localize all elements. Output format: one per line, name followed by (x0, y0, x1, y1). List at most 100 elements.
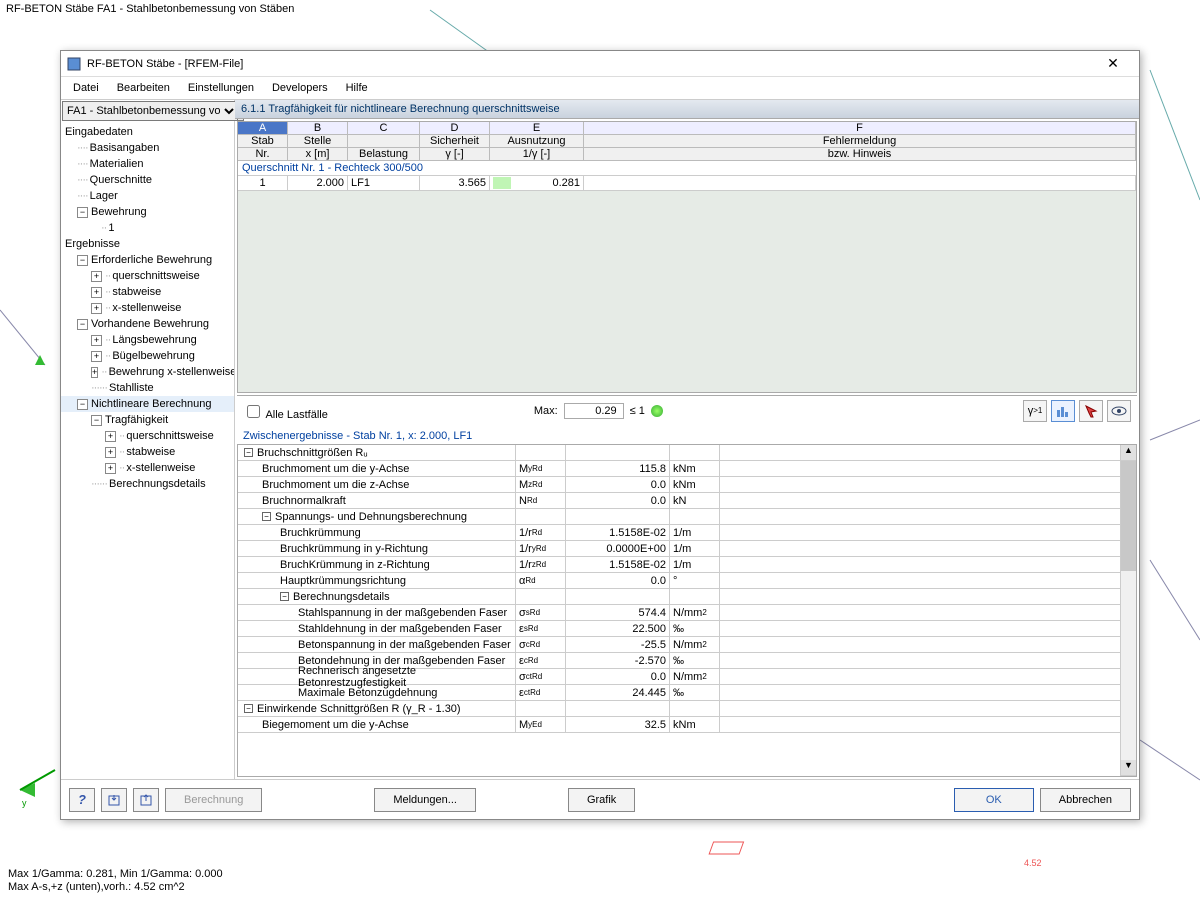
tree-basisangaben[interactable]: Basisangaben (90, 142, 160, 154)
menu-einstellungen[interactable]: Einstellungen (180, 80, 262, 96)
tree-erforderliche[interactable]: Erforderliche Bewehrung (91, 254, 212, 266)
col-letter[interactable]: B (288, 122, 348, 135)
detail-label: Spannungs- und Dehnungsberechnung (275, 511, 467, 523)
col-head: Stab (238, 135, 288, 148)
export-button[interactable] (101, 788, 127, 812)
detail-label: Stahlspannung in der maßgebenden Faser (298, 607, 507, 619)
tool-gamma-button[interactable]: γ>1 (1023, 400, 1047, 422)
tree-trag-q[interactable]: querschnittsweise (126, 430, 213, 442)
tree-vor-l[interactable]: Längsbewehrung (112, 334, 196, 346)
scroll-up-icon[interactable]: ▲ (1121, 445, 1136, 461)
tree-lager[interactable]: Lager (90, 190, 118, 202)
tool-diagram-button[interactable] (1051, 400, 1075, 422)
title-bar[interactable]: RF-BETON Stäbe - [RFEM-File] ✕ (61, 51, 1139, 77)
tree-nichtlinear[interactable]: Nichtlineare Berechnung (91, 398, 211, 410)
case-select[interactable]: FA1 - Stahlbetonbemessung vo (62, 101, 238, 121)
toggle-icon[interactable]: − (77, 319, 88, 330)
all-loadcases-checkbox[interactable]: Alle Lastfälle (243, 402, 328, 421)
detail-row[interactable]: HauptkrümmungsrichtungαRd0.0° (238, 573, 1136, 589)
tree-bewehrung[interactable]: Bewehrung (91, 206, 147, 218)
tree-bewehrung-1[interactable]: 1 (108, 222, 114, 234)
grafik-button[interactable]: Grafik (568, 788, 635, 812)
detail-label: Einwirkende Schnittgrößen R (γ_R - 1.30) (257, 703, 461, 715)
grid-section-row[interactable]: Querschnitt Nr. 1 - Rechteck 300/500 (238, 161, 1136, 176)
toggle-icon[interactable]: − (262, 512, 271, 521)
detail-row[interactable]: Biegemoment um die y-AchseMyEd32.5kNm (238, 717, 1136, 733)
tool-select-button[interactable] (1079, 400, 1103, 422)
nav-tree[interactable]: Eingabedaten ····Basisangaben ····Materi… (61, 122, 234, 779)
toggle-icon[interactable]: + (105, 447, 116, 458)
detail-row[interactable]: −Spannungs- und Dehnungsberechnung (238, 509, 1136, 525)
tree-erf-s[interactable]: stabweise (112, 286, 161, 298)
toggle-icon[interactable]: + (105, 463, 116, 474)
abbrechen-button[interactable]: Abbrechen (1040, 788, 1131, 812)
detail-row[interactable]: Bruchkrümmung in y-Richtung1/ryRd0.0000E… (238, 541, 1136, 557)
col-letter[interactable]: E (490, 122, 584, 135)
tree-ergebnisse[interactable]: Ergebnisse (65, 238, 120, 250)
toggle-icon[interactable]: + (91, 335, 102, 346)
detail-row[interactable]: −Einwirkende Schnittgrößen R (γ_R - 1.30… (238, 701, 1136, 717)
menu-bearbeiten[interactable]: Bearbeiten (109, 80, 178, 96)
detail-row[interactable]: −Berechnungsdetails (238, 589, 1136, 605)
results-grid[interactable]: A B C D E F Stab Stelle Sicherheit Ausnu… (237, 121, 1137, 393)
tree-vor-st[interactable]: Stahlliste (109, 382, 154, 394)
detail-row[interactable]: Maximale BetonzugdehnungεctRd24.445‰ (238, 685, 1136, 701)
tree-vor-b[interactable]: Bügelbewehrung (112, 350, 195, 362)
tree-erf-x[interactable]: x-stellenweise (112, 302, 181, 314)
help-button[interactable]: ? (69, 788, 95, 812)
ok-button[interactable]: OK (954, 788, 1034, 812)
detail-row[interactable]: Stahlspannung in der maßgebenden Faserσs… (238, 605, 1136, 621)
tree-eingabedaten[interactable]: Eingabedaten (65, 126, 133, 138)
scroll-thumb[interactable] (1121, 461, 1136, 571)
toggle-icon[interactable]: − (244, 448, 253, 457)
toggle-icon[interactable]: + (105, 431, 116, 442)
col-letter[interactable]: D (420, 122, 490, 135)
detail-row[interactable]: Rechnerisch angesetzte Betonrestzugfesti… (238, 669, 1136, 685)
detail-row[interactable]: Stahldehnung in der maßgebenden FaserεsR… (238, 621, 1136, 637)
col-letter[interactable]: F (584, 122, 1136, 135)
tree-querschnitte[interactable]: Querschnitte (90, 174, 152, 186)
tree-trag[interactable]: Tragfähigkeit (105, 414, 168, 426)
toggle-icon[interactable]: + (91, 367, 98, 378)
toggle-icon[interactable]: − (280, 592, 289, 601)
detail-row[interactable]: BruchnormalkraftNRd0.0kN (238, 493, 1136, 509)
col-letter[interactable]: C (348, 122, 420, 135)
menu-developers[interactable]: Developers (264, 80, 336, 96)
toggle-icon[interactable]: − (91, 415, 102, 426)
menu-datei[interactable]: Datei (65, 80, 107, 96)
tool-eye-button[interactable] (1107, 400, 1131, 422)
tree-trag-s[interactable]: stabweise (126, 446, 175, 458)
toggle-icon[interactable]: − (77, 255, 88, 266)
detail-row[interactable]: Bruchmoment um die y-AchseMyRd115.8kNm (238, 461, 1136, 477)
tree-vor-x[interactable]: Bewehrung x-stellenweise (109, 366, 234, 378)
detail-row[interactable]: Bruchmoment um die z-AchseMzRd0.0kNm (238, 477, 1136, 493)
import-button[interactable] (133, 788, 159, 812)
detail-row[interactable]: Bruchkrümmung1/rRd1.5158E-021/m (238, 525, 1136, 541)
menu-hilfe[interactable]: Hilfe (338, 80, 376, 96)
toggle-icon[interactable]: + (91, 271, 102, 282)
scrollbar[interactable]: ▲ ▼ (1120, 445, 1136, 776)
tree-vorhandene[interactable]: Vorhandene Bewehrung (91, 318, 209, 330)
detail-row[interactable]: −Bruchschnittgrößen Rᵤ (238, 445, 1136, 461)
toggle-icon[interactable]: + (91, 351, 102, 362)
scroll-down-icon[interactable]: ▼ (1121, 760, 1136, 776)
berechnung-button[interactable]: Berechnung (165, 788, 262, 812)
meldungen-button[interactable]: Meldungen... (374, 788, 476, 812)
grid-data-row[interactable]: 1 2.000 LF1 3.565 0.281 (238, 176, 1136, 191)
toggle-icon[interactable]: + (91, 287, 102, 298)
detail-row[interactable]: BruchKrümmung in z-Richtung1/rzRd1.5158E… (238, 557, 1136, 573)
close-icon[interactable]: ✕ (1093, 55, 1133, 72)
tree-details[interactable]: Berechnungsdetails (109, 478, 206, 490)
tree-materialien[interactable]: Materialien (90, 158, 144, 170)
detail-value (566, 701, 670, 716)
tree-erf-q[interactable]: querschnittsweise (112, 270, 199, 282)
detail-row[interactable]: Betonspannung in der maßgebenden Faserσc… (238, 637, 1136, 653)
toggle-icon[interactable]: − (244, 704, 253, 713)
toggle-icon[interactable]: + (91, 303, 102, 314)
panel-title: 6.1.1 Tragfähigkeit für nichtlineare Ber… (235, 100, 1139, 119)
col-letter[interactable]: A (238, 122, 288, 135)
toggle-icon[interactable]: − (77, 207, 88, 218)
tree-trag-x[interactable]: x-stellenweise (126, 462, 195, 474)
details-grid[interactable]: −Bruchschnittgrößen RᵤBruchmoment um die… (237, 444, 1137, 777)
toggle-icon[interactable]: − (77, 399, 88, 410)
